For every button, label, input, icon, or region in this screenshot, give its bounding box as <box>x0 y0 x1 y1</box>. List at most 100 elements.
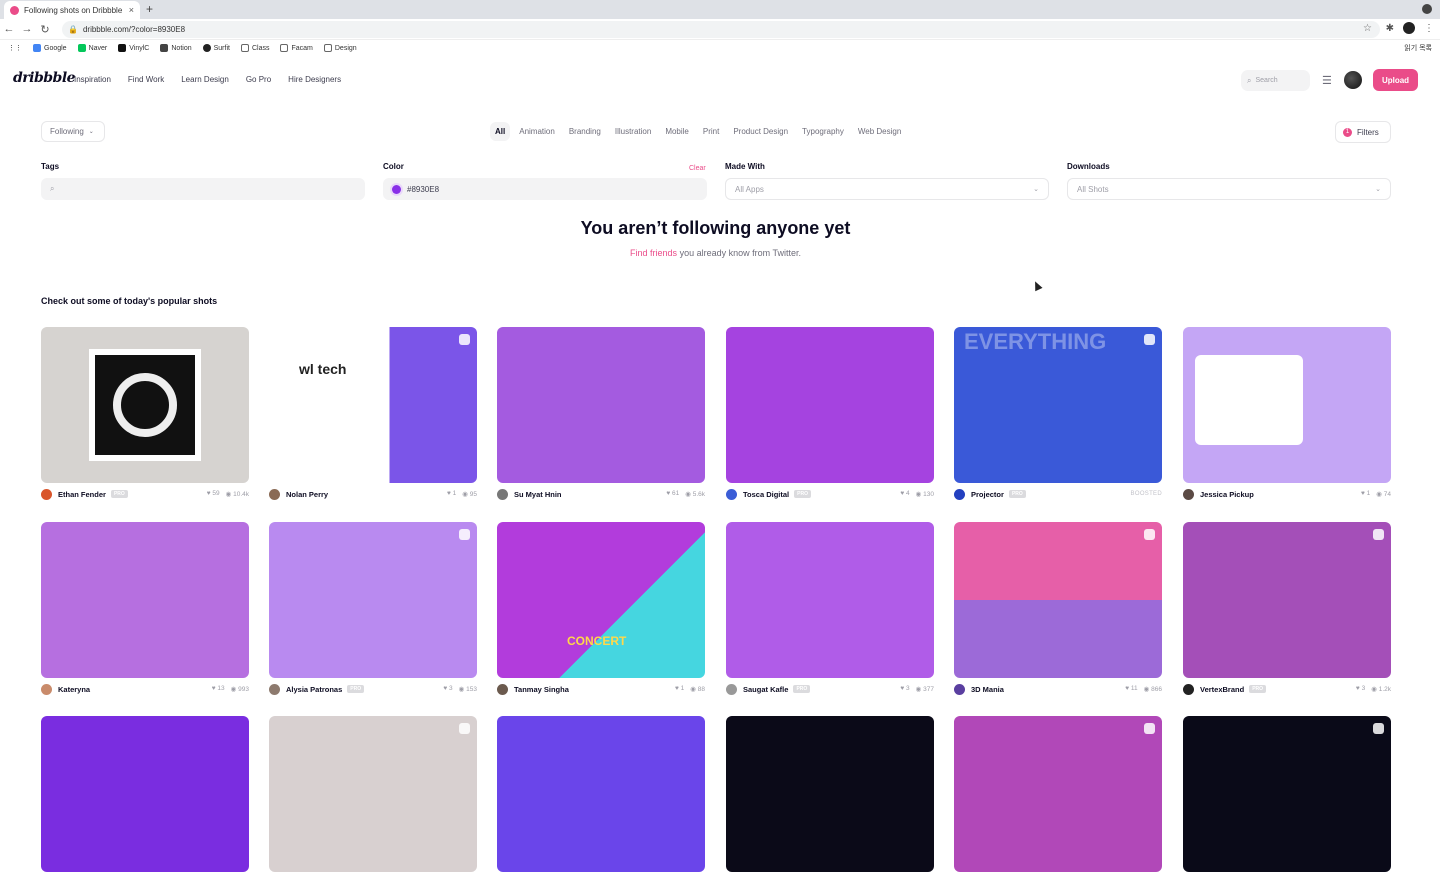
tags-input[interactable]: ⌕ <box>41 178 365 200</box>
new-tab-button[interactable]: + <box>146 2 153 16</box>
tab-animation[interactable]: Animation <box>514 122 560 141</box>
shot-thumbnail[interactable] <box>497 327 705 483</box>
tab-illustration[interactable]: Illustration <box>610 122 656 141</box>
shot-thumbnail[interactable] <box>954 522 1162 678</box>
forward-arrow-icon[interactable]: → <box>18 23 36 35</box>
avatar[interactable] <box>726 683 737 695</box>
bookmark-notion[interactable]: Notion <box>160 44 192 52</box>
author-name[interactable]: Saugat Kafle <box>743 685 788 694</box>
user-avatar[interactable] <box>1344 71 1362 89</box>
shot-card[interactable]: CONCERT Tanmay Singha ♥ 1 ◉ 88 <box>497 522 705 700</box>
shot-card[interactable] <box>41 716 249 872</box>
avatar[interactable] <box>497 683 508 695</box>
author-name[interactable]: 3D Mania <box>971 685 1004 694</box>
tab-web-design[interactable]: Web Design <box>853 122 906 141</box>
shot-card[interactable] <box>269 716 477 872</box>
nav-find-work[interactable]: Find Work <box>128 75 164 84</box>
shot-card[interactable] <box>1183 716 1391 872</box>
bookmark-folder-design[interactable]: Design <box>323 44 357 52</box>
bookmark-folder-facam[interactable]: Facam <box>280 44 313 52</box>
shot-thumbnail[interactable] <box>269 716 477 872</box>
author-name[interactable]: Tanmay Singha <box>514 685 569 694</box>
nav-inspiration[interactable]: Inspiration <box>74 75 111 84</box>
likes-count[interactable]: ♥ 3 <box>443 685 452 693</box>
shot-thumbnail[interactable] <box>269 522 477 678</box>
bookmark-star-icon[interactable]: ☆ <box>1363 23 1372 34</box>
reload-icon[interactable]: ↻ <box>36 23 54 36</box>
tab-product-design[interactable]: Product Design <box>728 122 793 141</box>
avatar[interactable] <box>497 488 508 500</box>
likes-count[interactable]: ♥ 13 <box>212 685 225 693</box>
bookmark-folder-class[interactable]: Class <box>240 44 269 52</box>
likes-count[interactable]: ♥ 4 <box>900 490 909 498</box>
author-name[interactable]: Ethan Fender <box>58 490 106 499</box>
author-name[interactable]: Su Myat Hnin <box>514 490 562 499</box>
shot-card[interactable] <box>497 716 705 872</box>
window-menu-icon[interactable] <box>1422 4 1432 14</box>
tab-branding[interactable]: Branding <box>564 122 606 141</box>
likes-count[interactable]: ♥ 3 <box>900 685 909 693</box>
made-with-select[interactable]: All Apps ⌄ <box>725 178 1049 200</box>
shot-card[interactable]: EVERYTHING Projector PRO BOOSTED <box>954 327 1162 505</box>
author-name[interactable]: Tosca Digital <box>743 490 789 499</box>
likes-count[interactable]: ♥ 11 <box>1125 685 1137 693</box>
likes-count[interactable]: ♥ 1 <box>447 490 456 498</box>
back-arrow-icon[interactable]: ← <box>0 23 18 35</box>
shot-card[interactable]: Alysia Patronas PRO ♥ 3 ◉ 153 <box>269 522 477 700</box>
shot-card[interactable]: 3D Mania ♥ 11 ◉ 866 <box>954 522 1162 700</box>
find-friends-link[interactable]: Find friends <box>630 248 677 258</box>
shot-thumbnail[interactable] <box>41 327 249 483</box>
color-input[interactable]: #8930E8 <box>383 178 707 200</box>
shot-card[interactable]: Su Myat Hnin ♥ 61 ◉ 5.6k <box>497 327 705 505</box>
likes-count[interactable]: ♥ 3 <box>1356 685 1365 693</box>
avatar[interactable] <box>954 683 965 695</box>
nav-learn-design[interactable]: Learn Design <box>181 75 229 84</box>
shot-card[interactable]: 7 Top Tips for New Web DevelopersJessica… <box>1183 327 1391 505</box>
reading-list[interactable]: 읽기 목록 <box>1404 43 1432 53</box>
tab-mobile[interactable]: Mobile <box>660 122 694 141</box>
author-name[interactable]: Nolan Perry <box>286 490 328 499</box>
clear-color-link[interactable]: Clear <box>689 165 706 172</box>
shot-thumbnail[interactable] <box>1183 716 1391 872</box>
downloads-select[interactable]: All Shots ⌄ <box>1067 178 1391 200</box>
author-name[interactable]: Projector <box>971 490 1004 499</box>
shot-card[interactable] <box>726 716 934 872</box>
bookmark-vinylc[interactable]: VinylC <box>118 44 149 52</box>
bookmark-naver[interactable]: Naver <box>77 44 107 52</box>
avatar[interactable] <box>41 488 52 500</box>
shot-thumbnail[interactable] <box>726 522 934 678</box>
browser-menu-icon[interactable]: ⋮ <box>1424 23 1434 34</box>
nav-go-pro[interactable]: Go Pro <box>246 75 271 84</box>
likes-count[interactable]: ♥ 59 <box>207 490 220 498</box>
browser-tab[interactable]: Following shots on Dribbble × <box>4 1 140 19</box>
shot-card[interactable]: Kateryna ♥ 13 ◉ 993 <box>41 522 249 700</box>
shot-thumbnail[interactable] <box>41 716 249 872</box>
shot-card[interactable]: Saugat Kafle PRO ♥ 3 ◉ 377 <box>726 522 934 700</box>
avatar[interactable] <box>726 488 737 500</box>
tab-close-icon[interactable]: × <box>129 5 134 15</box>
tab-typography[interactable]: Typography <box>797 122 849 141</box>
shot-thumbnail[interactable]: CONCERT <box>497 522 705 678</box>
shot-thumbnail[interactable] <box>497 716 705 872</box>
shot-thumbnail[interactable]: EVERYTHING <box>954 327 1162 483</box>
shot-card[interactable]: Tosca Digital PRO ♥ 4 ◉ 130 <box>726 327 934 505</box>
shot-thumbnail[interactable] <box>726 716 934 872</box>
avatar[interactable] <box>1183 683 1194 695</box>
shot-card[interactable] <box>954 716 1162 872</box>
color-swatch[interactable] <box>392 184 401 194</box>
shot-card[interactable]: VertexBrand PRO ♥ 3 ◉ 1.2k <box>1183 522 1391 700</box>
avatar[interactable] <box>954 488 965 500</box>
author-name[interactable]: Jessica Pickup <box>1200 490 1254 499</box>
avatar[interactable] <box>1183 488 1194 500</box>
shot-card[interactable]: Ethan Fender PRO ♥ 59 ◉ 10.4k <box>41 327 249 505</box>
extensions-puzzle-icon[interactable]: ✱ <box>1386 23 1394 34</box>
search-input[interactable]: ⌕ Search <box>1241 70 1310 91</box>
tab-all[interactable]: All <box>490 122 511 141</box>
address-bar[interactable]: 🔒 dribbble.com/?color=8930E8 ☆ <box>62 21 1380 38</box>
shot-thumbnail[interactable] <box>1183 522 1391 678</box>
avatar[interactable] <box>41 683 52 695</box>
avatar[interactable] <box>269 488 280 500</box>
shot-thumbnail[interactable] <box>726 327 934 483</box>
likes-count[interactable]: ♥ 1 <box>675 685 684 693</box>
likes-count[interactable]: ♥ 61 <box>666 490 679 498</box>
